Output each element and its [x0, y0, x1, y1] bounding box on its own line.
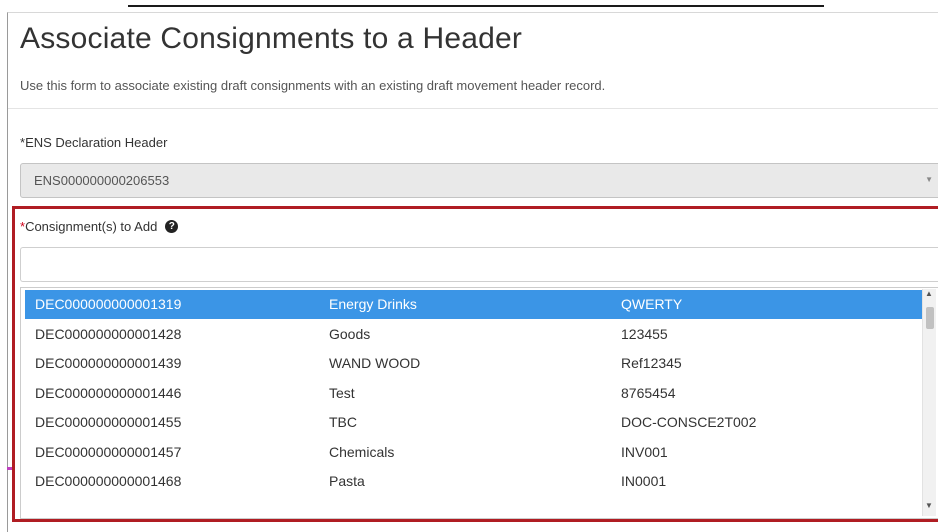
- consignment-id: DEC000000000001468: [35, 473, 182, 489]
- consignment-option[interactable]: DEC000000000001446 Test 8765454: [25, 379, 925, 408]
- consignment-id: DEC000000000001439: [35, 355, 182, 371]
- consignment-id: DEC000000000001428: [35, 325, 182, 342]
- header-separator: [8, 108, 938, 109]
- consignment-reference: Ref12345: [621, 355, 682, 371]
- consignment-reference: INV001: [621, 443, 668, 460]
- page-description: Use this form to associate existing draf…: [20, 78, 606, 93]
- question-circle-icon[interactable]: ?: [165, 220, 179, 233]
- consignment-description: Test: [329, 384, 355, 401]
- consignment-description: Goods: [329, 325, 371, 342]
- scroll-down-arrow-icon[interactable]: ▼: [925, 501, 933, 510]
- top-divider-line: [128, 5, 824, 7]
- consignment-id: DEC000000000001446: [35, 384, 182, 401]
- chevron-down-icon: ▼: [925, 175, 933, 184]
- consignment-option[interactable]: DEC000000000001439 WAND WOOD Ref12345: [25, 349, 925, 378]
- consignment-id: DEC000000000001455: [35, 414, 182, 430]
- consignments-dropdown-list[interactable]: DEC000000000001319 Energy Drinks QWERTY DEC…: [20, 287, 938, 519]
- consignments-search-input[interactable]: [20, 247, 938, 282]
- consignment-id: DEC000000000001457: [35, 443, 182, 460]
- consignment-option[interactable]: DEC000000000001457 Chemicals INV001: [25, 438, 925, 467]
- dropdown-scrollbar[interactable]: ▲ ▼: [922, 289, 936, 516]
- consignment-reference: 8765454: [621, 384, 676, 401]
- consignments-to-add-label: * Consignment(s) to Add ?: [20, 219, 179, 234]
- scroll-up-arrow-icon[interactable]: ▲: [925, 289, 933, 298]
- consignments-label-text: Consignment(s) to Add: [25, 219, 158, 234]
- consignment-option[interactable]: DEC000000000001468 Pasta IN0001: [25, 467, 925, 496]
- consignment-option[interactable]: DEC000000000001455 TBC DOC-CONSCE2T002: [25, 408, 925, 437]
- left-edge-marker: [7, 467, 12, 470]
- consignment-reference: 123455: [621, 325, 668, 342]
- consignment-reference: DOC-CONSCE2T002: [621, 414, 757, 430]
- consignment-description: WAND WOOD: [329, 355, 421, 371]
- consignment-option[interactable]: DEC000000000001319 Energy Drinks QWERTY: [25, 290, 925, 319]
- ens-declaration-header-label: *ENS Declaration Header: [20, 135, 167, 150]
- ens-label-text: ENS Declaration Header: [25, 135, 168, 150]
- ens-declaration-header-select[interactable]: ENS000000000206553 ▼: [20, 163, 938, 198]
- consignment-description: Chemicals: [329, 443, 395, 460]
- ens-selected-value: ENS000000000206553: [34, 173, 170, 188]
- consignment-description: TBC: [329, 414, 357, 430]
- consignment-reference: IN0001: [621, 473, 667, 489]
- scrollbar-thumb[interactable]: [926, 307, 934, 329]
- consignment-reference: QWERTY: [621, 296, 683, 312]
- consignment-description: Pasta: [329, 473, 365, 489]
- consignment-option[interactable]: DEC000000000001428 Goods 123455: [25, 320, 925, 349]
- consignment-id: DEC000000000001319: [35, 296, 182, 312]
- consignment-description: Energy Drinks: [329, 296, 417, 312]
- page-title: Associate Consignments to a Header: [20, 22, 523, 55]
